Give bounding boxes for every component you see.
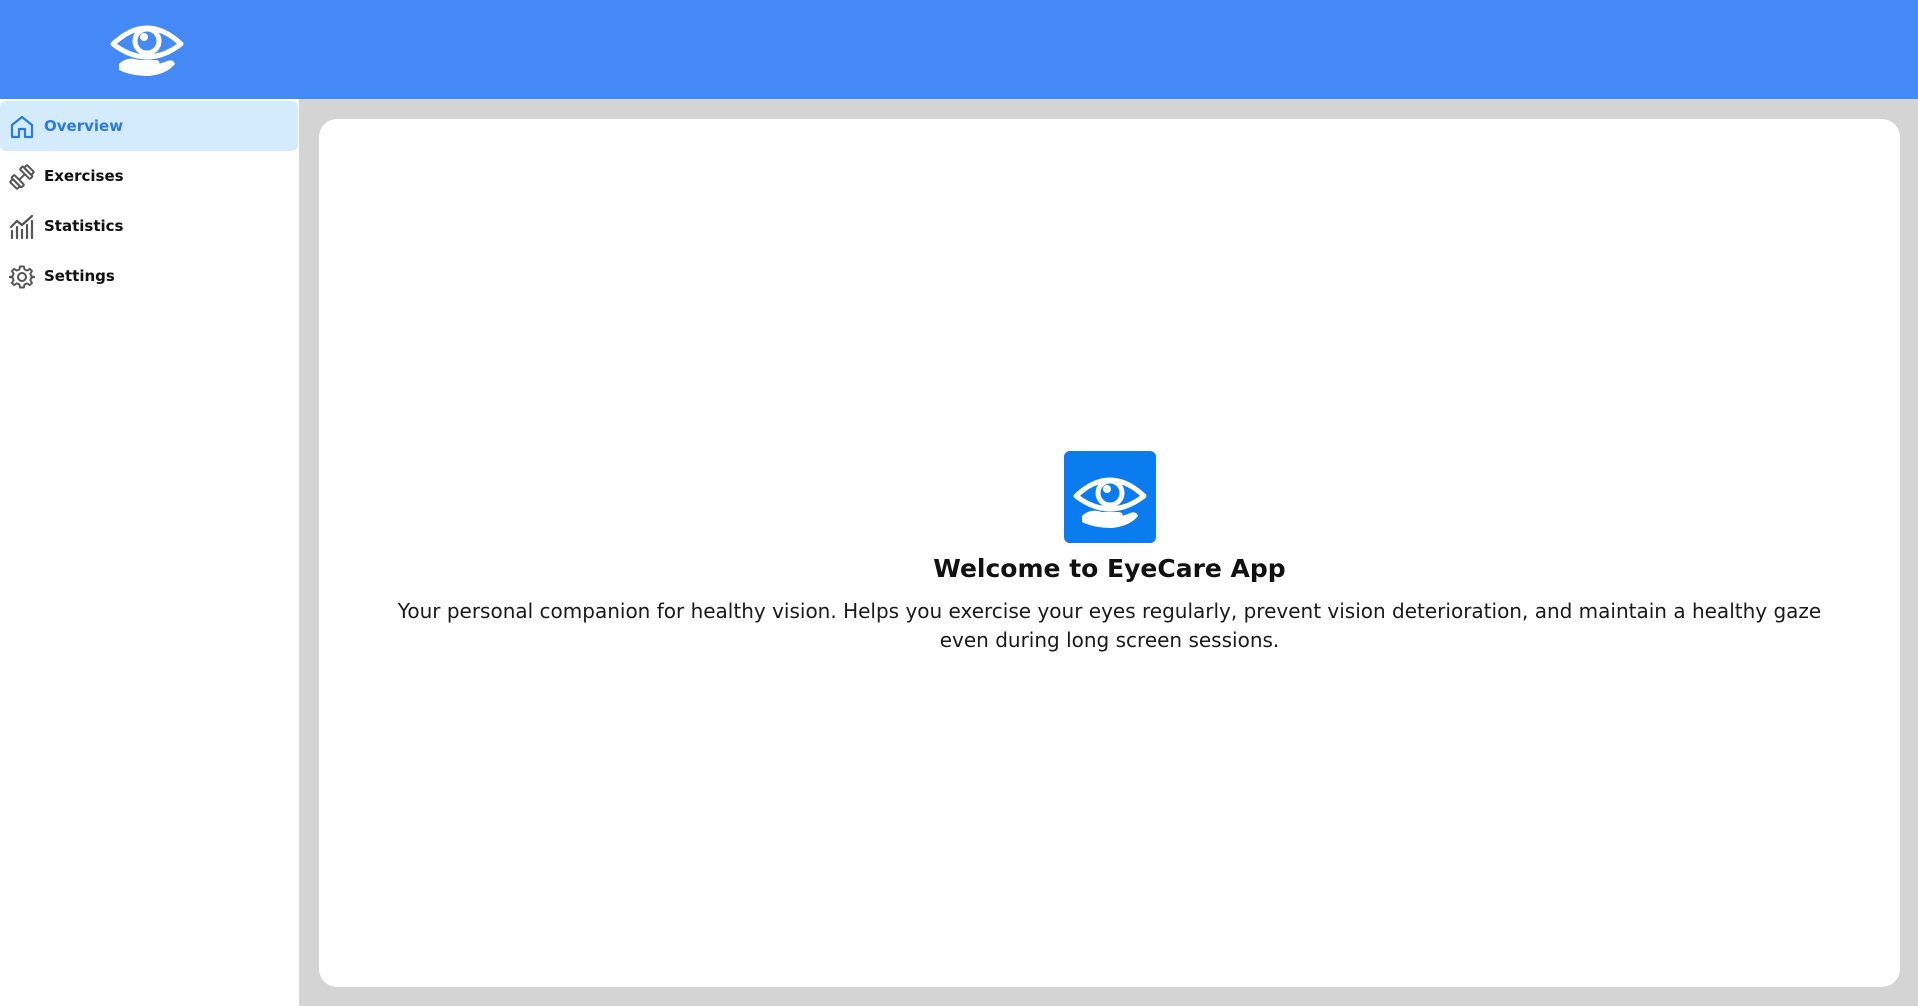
chart-icon	[9, 214, 34, 240]
eye-in-hand-icon[interactable]	[109, 12, 185, 78]
welcome-section: Welcome to EyeCare App Your personal com…	[319, 451, 1900, 655]
eye-in-hand-icon	[1063, 451, 1156, 543]
eyecare-app: Overview Exercises Statistics Settings W…	[0, 0, 1918, 1006]
home-icon	[10, 115, 34, 139]
app-description: Your personal companion for healthy visi…	[397, 599, 1822, 652]
dumbbell-icon	[9, 164, 35, 190]
gear-icon	[9, 265, 35, 289]
sidebar-item-overview[interactable]: Overview	[0, 101, 298, 151]
sidebar: Overview Exercises Statistics Settings	[0, 99, 299, 1006]
sidebar-item-label: Overview	[44, 117, 124, 135]
overview-panel: Welcome to EyeCare App Your personal com…	[319, 119, 1900, 987]
sidebar-item-label: Exercises	[44, 167, 124, 185]
sidebar-item-label: Settings	[44, 267, 115, 285]
page-title: Welcome to EyeCare App	[933, 554, 1286, 583]
sidebar-item-statistics[interactable]: Statistics	[0, 201, 298, 251]
sidebar-item-label: Statistics	[44, 217, 124, 235]
sidebar-item-settings[interactable]: Settings	[0, 251, 298, 301]
sidebar-item-exercises[interactable]: Exercises	[0, 151, 298, 201]
app-header	[0, 0, 1918, 99]
